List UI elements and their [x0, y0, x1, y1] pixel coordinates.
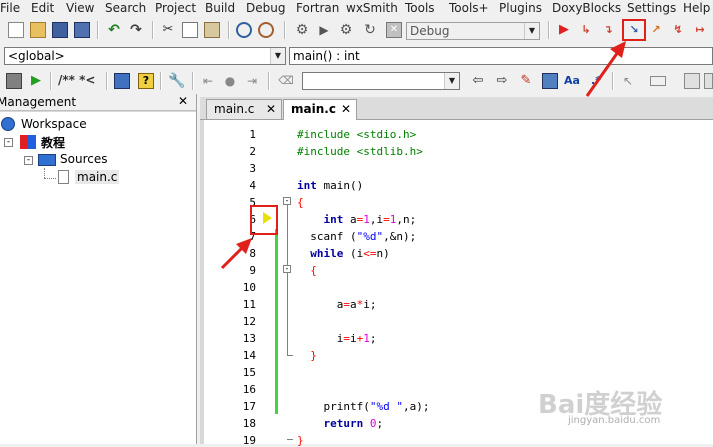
- arrow-to-line-marker: [220, 238, 252, 270]
- annotation-arrows: [220, 41, 626, 270]
- watermark-url: jingyan.baidu.com: [568, 415, 661, 426]
- arrow-to-step-into: [585, 41, 626, 97]
